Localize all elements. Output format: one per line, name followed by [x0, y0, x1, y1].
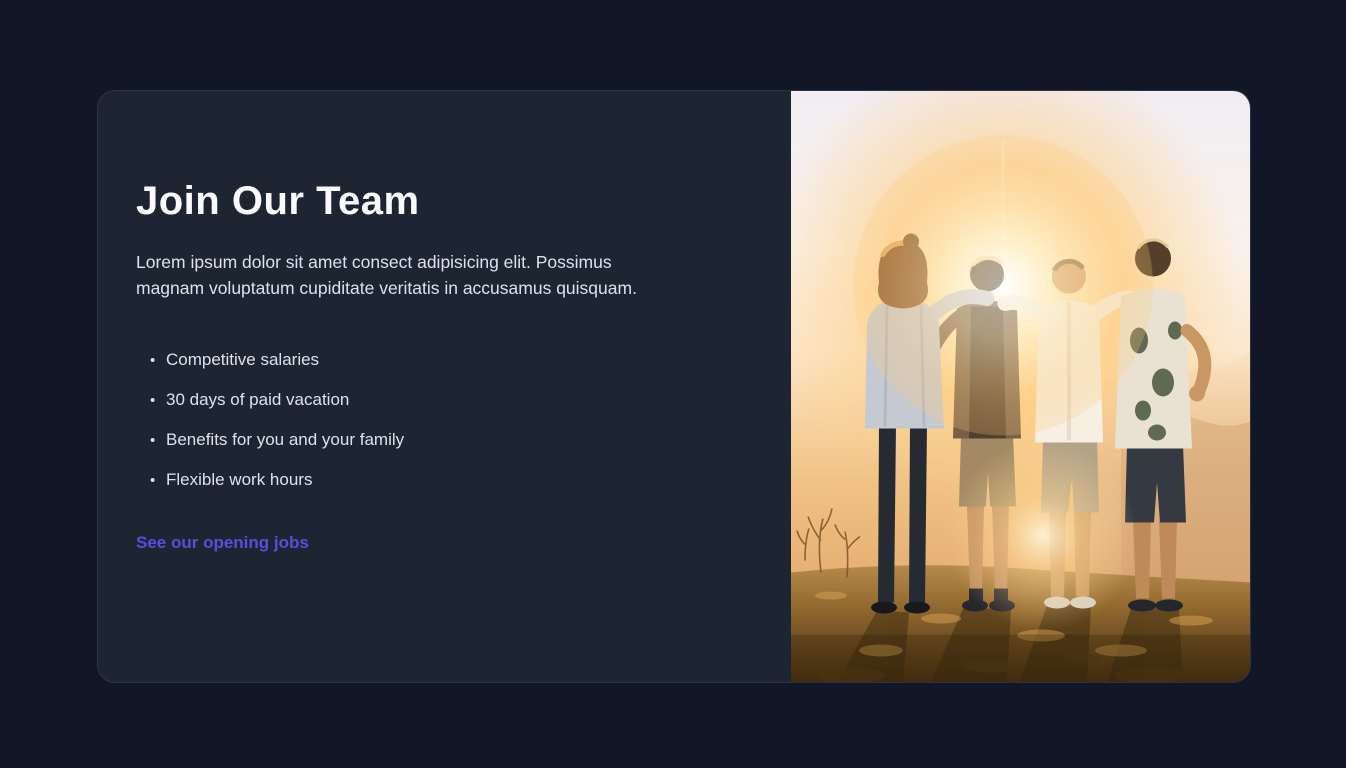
benefits-list: • Competitive salaries • 30 days of paid… — [136, 349, 731, 491]
card-description: Lorem ipsum dolor sit amet consect adipi… — [136, 252, 637, 298]
benefit-item: • 30 days of paid vacation — [150, 389, 731, 411]
page-background: { "theme": { "page_bg": "#111726", "card… — [0, 0, 1346, 768]
benefit-label: Competitive salaries — [166, 350, 320, 369]
benefit-item: • Competitive salaries — [150, 349, 731, 371]
benefit-item: • Benefits for you and your family — [150, 429, 731, 451]
team-photo-illustration — [791, 91, 1250, 682]
benefit-label: 30 days of paid vacation — [166, 390, 350, 409]
bullet-icon: • — [150, 472, 156, 489]
card-content: Join Our Team Lorem ipsum dolor sit amet… — [98, 91, 791, 682]
bullet-icon: • — [150, 432, 156, 449]
benefit-item: • Flexible work hours — [150, 469, 731, 491]
bullet-icon: • — [150, 392, 156, 409]
join-team-card: Join Our Team Lorem ipsum dolor sit amet… — [97, 90, 1251, 683]
bullet-icon: • — [150, 352, 156, 369]
page-title: Join Our Team — [136, 179, 420, 223]
benefit-label: Flexible work hours — [166, 470, 313, 489]
opening-jobs-link[interactable]: See our opening jobs — [136, 533, 309, 553]
team-photo — [791, 91, 1250, 682]
benefit-label: Benefits for you and your family — [166, 430, 405, 449]
